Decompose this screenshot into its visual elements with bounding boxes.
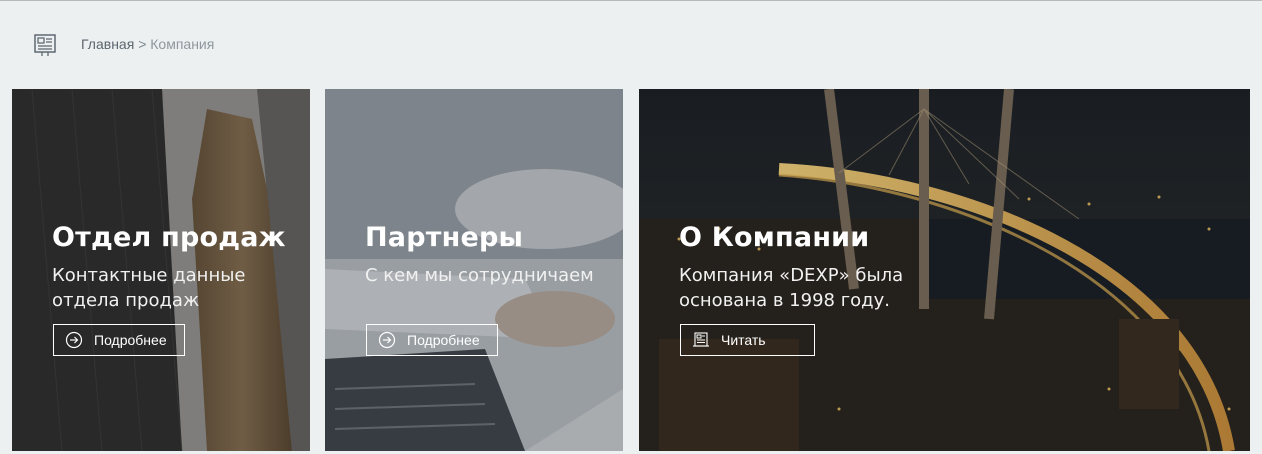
card-description-line: отдела продаж [52,290,200,311]
more-button[interactable]: Подробнее [53,324,185,356]
read-button[interactable]: Читать [680,324,815,356]
card-description-line: Компания «DEXP» была [679,265,904,286]
card-description: С кем мы сотрудничаем [365,263,594,288]
newspaper-icon [693,332,709,347]
card-partners[interactable]: Партнеры С кем мы сотрудничаем Подробнее [325,89,623,451]
card-about-company[interactable]: О Компании Компания «DEXP» была основана… [639,89,1250,451]
card-description: Компания «DEXP» была основана в 1998 год… [679,263,903,313]
breadcrumb-current: Компания [150,36,215,52]
breadcrumb-home-link[interactable]: Главная [81,36,134,52]
more-button-label: Подробнее [407,332,480,348]
card-title: О Компании [679,222,870,253]
card-description-line: Контактные данные [52,265,246,286]
arrow-circle-icon [65,331,83,349]
breadcrumb-separator: > [138,36,147,52]
more-button-label: Подробнее [94,332,167,348]
arrow-circle-icon [378,331,396,349]
card-title: Партнеры [365,222,524,253]
card-description: Контактные данные отдела продаж [52,263,246,313]
card-description-line: С кем мы сотрудничаем [365,265,594,286]
card-sales-department[interactable]: Отдел продаж Контактные данные отдела пр… [12,89,310,451]
breadcrumb-bar: Главная > Компания [0,1,1262,87]
breadcrumb: Главная > Компания [81,36,214,52]
document-icon [34,34,56,56]
more-button[interactable]: Подробнее [366,324,498,356]
card-description-line: основана в 1998 году. [679,290,890,311]
card-title: Отдел продаж [52,222,286,253]
read-button-label: Читать [721,332,766,348]
